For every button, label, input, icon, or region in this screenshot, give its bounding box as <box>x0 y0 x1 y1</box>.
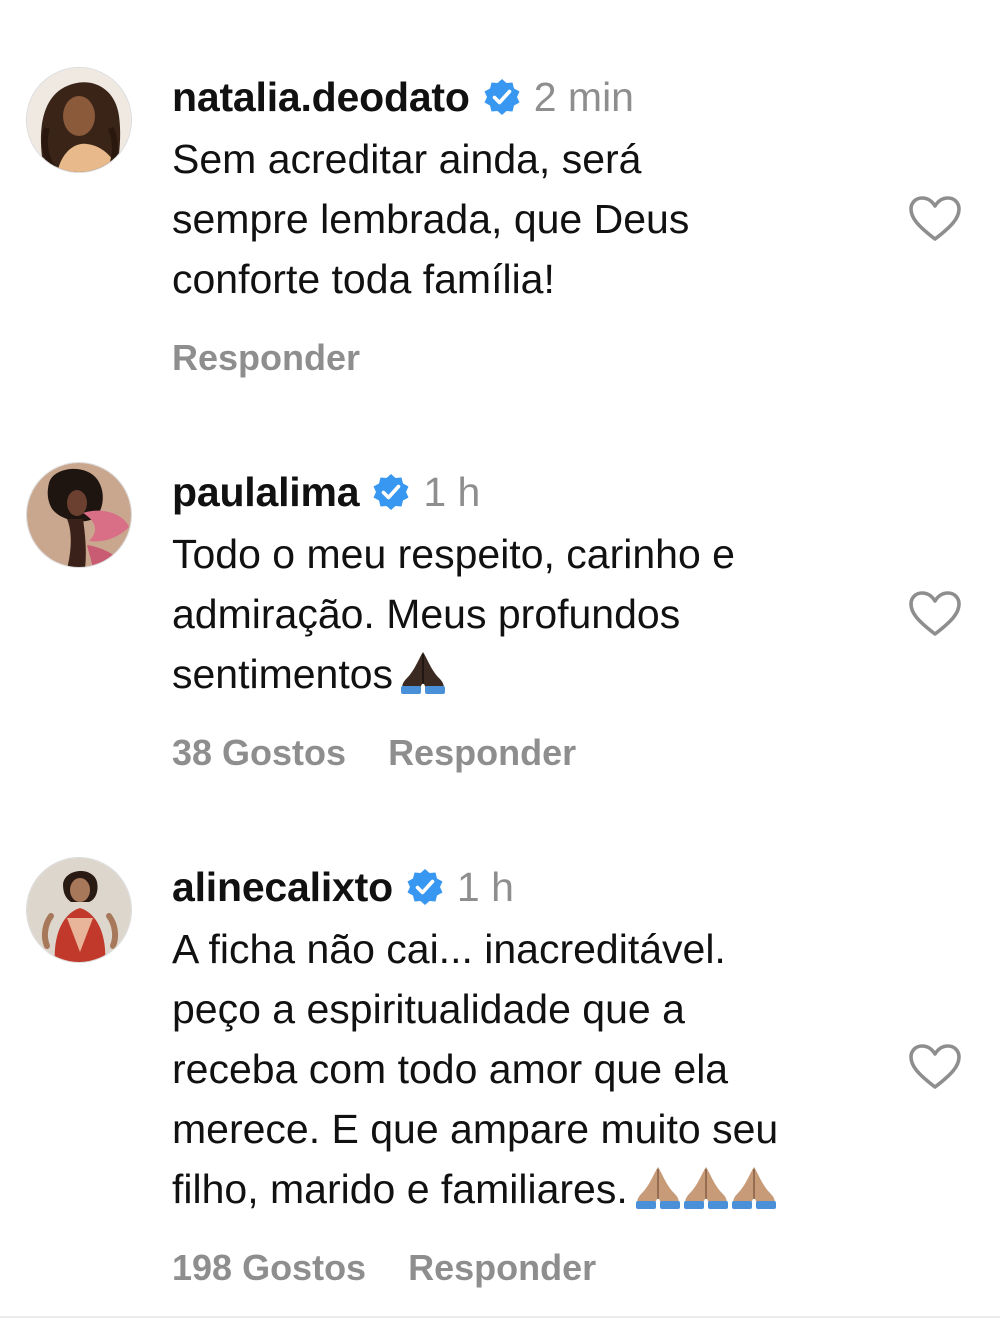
heart-outline-icon[interactable] <box>908 590 962 638</box>
profile-photo <box>27 463 131 567</box>
verified-badge-icon <box>482 77 522 117</box>
comment-text: Todo o meu respeito, carinho e admiração… <box>172 524 892 704</box>
profile-photo <box>27 68 131 172</box>
heart-outline-icon[interactable] <box>908 1043 962 1091</box>
comment-text-line: Todo o meu respeito, carinho e <box>172 531 735 577</box>
verified-badge-icon <box>405 867 445 907</box>
comment-text-line: merece. E que ampare muito seu <box>172 1106 779 1152</box>
comment-username[interactable]: paulalima <box>172 469 360 516</box>
reply-button[interactable]: Responder <box>388 732 576 774</box>
comment-timestamp: 2 min <box>533 73 634 120</box>
profile-photo <box>27 858 131 962</box>
heart-outline-icon[interactable] <box>908 195 962 243</box>
likes-count[interactable]: 198 Gostos <box>172 1247 366 1289</box>
praying-hands-icon <box>634 1163 778 1209</box>
avatar[interactable] <box>26 857 132 963</box>
comment-text-line: A ficha não cai... inacreditável. <box>172 926 726 972</box>
reply-button[interactable]: Responder <box>172 337 360 379</box>
comment-text-line: admiração. Meus profundos <box>172 591 681 637</box>
praying-hands-icon <box>399 648 447 694</box>
reply-button[interactable]: Responder <box>408 1247 596 1289</box>
comment-text: A ficha não cai... inacreditável. peço a… <box>172 919 892 1219</box>
comment-text-line: receba com todo amor que ela <box>172 1046 729 1092</box>
comment-username[interactable]: alinecalixto <box>172 864 393 911</box>
divider <box>0 1316 1000 1318</box>
likes-count[interactable]: 38 Gostos <box>172 732 346 774</box>
comment-username[interactable]: natalia.deodato <box>172 74 470 121</box>
comment-text-line: conforte toda família! <box>172 256 555 302</box>
avatar[interactable] <box>26 67 132 173</box>
comment-timestamp: 1 h <box>423 468 481 515</box>
comment-text-line: peço a espiritualidade que a <box>172 986 685 1032</box>
comment-text-line: sempre lembrada, que Deus <box>172 196 690 242</box>
comment-timestamp: 1 h <box>456 863 514 910</box>
comment-text-line: filho, marido e familiares. <box>172 1166 628 1212</box>
comment-text-line: Sem acreditar ainda, será <box>172 136 642 182</box>
comment-text: Sem acreditar ainda, será sempre lembrad… <box>172 129 892 309</box>
avatar[interactable] <box>26 462 132 568</box>
verified-badge-icon <box>371 472 411 512</box>
comment-text-line: sentimentos <box>172 651 394 697</box>
